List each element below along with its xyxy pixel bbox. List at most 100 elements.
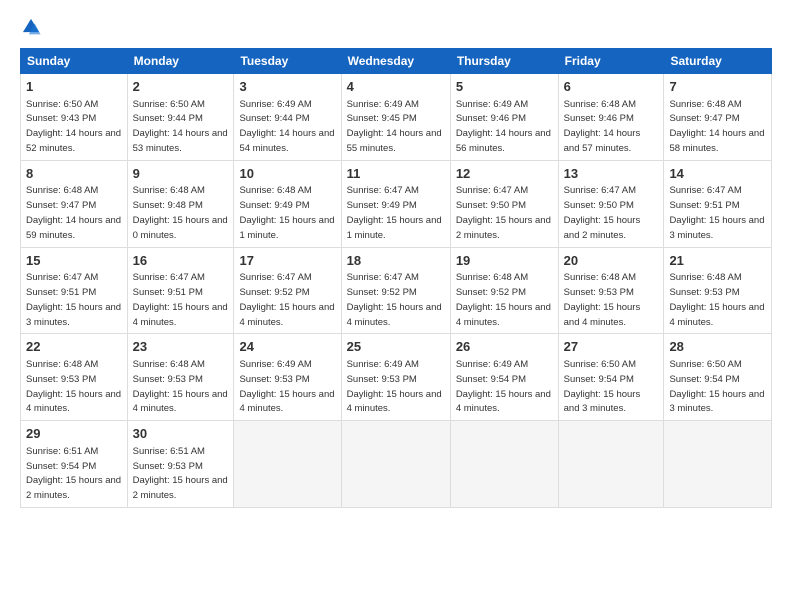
calendar-cell [234,421,341,508]
calendar-cell: 28 Sunrise: 6:50 AMSunset: 9:54 PMDaylig… [664,334,772,421]
header [20,16,772,38]
header-saturday: Saturday [664,49,772,74]
day-detail: Sunrise: 6:47 AMSunset: 9:50 PMDaylight:… [456,185,551,240]
day-number: 21 [669,252,766,270]
day-detail: Sunrise: 6:47 AMSunset: 9:51 PMDaylight:… [26,272,121,327]
day-detail: Sunrise: 6:49 AMSunset: 9:45 PMDaylight:… [347,99,442,154]
calendar-cell: 14 Sunrise: 6:47 AMSunset: 9:51 PMDaylig… [664,160,772,247]
day-number: 29 [26,425,122,443]
calendar-cell [450,421,558,508]
day-detail: Sunrise: 6:48 AMSunset: 9:53 PMDaylight:… [133,359,228,414]
day-number: 15 [26,252,122,270]
day-detail: Sunrise: 6:50 AMSunset: 9:54 PMDaylight:… [564,359,641,414]
day-detail: Sunrise: 6:51 AMSunset: 9:53 PMDaylight:… [133,446,228,501]
day-detail: Sunrise: 6:50 AMSunset: 9:44 PMDaylight:… [133,99,228,154]
day-number: 7 [669,78,766,96]
header-monday: Monday [127,49,234,74]
calendar-cell: 5 Sunrise: 6:49 AMSunset: 9:46 PMDayligh… [450,74,558,161]
day-detail: Sunrise: 6:47 AMSunset: 9:51 PMDaylight:… [669,185,764,240]
day-detail: Sunrise: 6:47 AMSunset: 9:49 PMDaylight:… [347,185,442,240]
calendar-cell: 12 Sunrise: 6:47 AMSunset: 9:50 PMDaylig… [450,160,558,247]
day-number: 20 [564,252,659,270]
header-sunday: Sunday [21,49,128,74]
day-number: 2 [133,78,229,96]
day-detail: Sunrise: 6:48 AMSunset: 9:47 PMDaylight:… [26,185,121,240]
day-number: 17 [239,252,335,270]
calendar-cell: 24 Sunrise: 6:49 AMSunset: 9:53 PMDaylig… [234,334,341,421]
day-number: 26 [456,338,553,356]
day-number: 19 [456,252,553,270]
day-number: 25 [347,338,445,356]
day-number: 3 [239,78,335,96]
header-thursday: Thursday [450,49,558,74]
day-number: 22 [26,338,122,356]
day-number: 14 [669,165,766,183]
day-number: 30 [133,425,229,443]
day-detail: Sunrise: 6:51 AMSunset: 9:54 PMDaylight:… [26,446,121,501]
day-detail: Sunrise: 6:48 AMSunset: 9:46 PMDaylight:… [564,99,641,154]
day-detail: Sunrise: 6:49 AMSunset: 9:53 PMDaylight:… [239,359,334,414]
calendar-cell [341,421,450,508]
calendar-cell: 22 Sunrise: 6:48 AMSunset: 9:53 PMDaylig… [21,334,128,421]
day-number: 24 [239,338,335,356]
day-detail: Sunrise: 6:48 AMSunset: 9:48 PMDaylight:… [133,185,228,240]
day-detail: Sunrise: 6:49 AMSunset: 9:44 PMDaylight:… [239,99,334,154]
calendar-cell: 6 Sunrise: 6:48 AMSunset: 9:46 PMDayligh… [558,74,664,161]
logo-icon [20,16,42,38]
day-number: 18 [347,252,445,270]
calendar-cell [664,421,772,508]
calendar-week-row: 8 Sunrise: 6:48 AMSunset: 9:47 PMDayligh… [21,160,772,247]
day-detail: Sunrise: 6:47 AMSunset: 9:52 PMDaylight:… [239,272,334,327]
calendar-cell: 19 Sunrise: 6:48 AMSunset: 9:52 PMDaylig… [450,247,558,334]
day-detail: Sunrise: 6:48 AMSunset: 9:47 PMDaylight:… [669,99,764,154]
calendar-cell: 2 Sunrise: 6:50 AMSunset: 9:44 PMDayligh… [127,74,234,161]
day-number: 10 [239,165,335,183]
calendar-cell: 21 Sunrise: 6:48 AMSunset: 9:53 PMDaylig… [664,247,772,334]
calendar-cell: 30 Sunrise: 6:51 AMSunset: 9:53 PMDaylig… [127,421,234,508]
calendar-cell: 4 Sunrise: 6:49 AMSunset: 9:45 PMDayligh… [341,74,450,161]
day-detail: Sunrise: 6:47 AMSunset: 9:50 PMDaylight:… [564,185,641,240]
calendar-cell: 27 Sunrise: 6:50 AMSunset: 9:54 PMDaylig… [558,334,664,421]
calendar-cell: 13 Sunrise: 6:47 AMSunset: 9:50 PMDaylig… [558,160,664,247]
calendar-cell: 26 Sunrise: 6:49 AMSunset: 9:54 PMDaylig… [450,334,558,421]
day-number: 5 [456,78,553,96]
day-number: 27 [564,338,659,356]
day-detail: Sunrise: 6:48 AMSunset: 9:49 PMDaylight:… [239,185,334,240]
calendar-week-row: 22 Sunrise: 6:48 AMSunset: 9:53 PMDaylig… [21,334,772,421]
day-detail: Sunrise: 6:50 AMSunset: 9:54 PMDaylight:… [669,359,764,414]
page: SundayMondayTuesdayWednesdayThursdayFrid… [0,0,792,612]
day-number: 12 [456,165,553,183]
header-tuesday: Tuesday [234,49,341,74]
day-detail: Sunrise: 6:49 AMSunset: 9:54 PMDaylight:… [456,359,551,414]
calendar-table: SundayMondayTuesdayWednesdayThursdayFrid… [20,48,772,508]
day-detail: Sunrise: 6:49 AMSunset: 9:46 PMDaylight:… [456,99,551,154]
calendar-header-row: SundayMondayTuesdayWednesdayThursdayFrid… [21,49,772,74]
header-wednesday: Wednesday [341,49,450,74]
day-detail: Sunrise: 6:47 AMSunset: 9:52 PMDaylight:… [347,272,442,327]
calendar-cell: 17 Sunrise: 6:47 AMSunset: 9:52 PMDaylig… [234,247,341,334]
calendar-cell: 20 Sunrise: 6:48 AMSunset: 9:53 PMDaylig… [558,247,664,334]
calendar-cell [558,421,664,508]
calendar-cell: 15 Sunrise: 6:47 AMSunset: 9:51 PMDaylig… [21,247,128,334]
calendar-week-row: 1 Sunrise: 6:50 AMSunset: 9:43 PMDayligh… [21,74,772,161]
calendar-cell: 10 Sunrise: 6:48 AMSunset: 9:49 PMDaylig… [234,160,341,247]
calendar-cell: 25 Sunrise: 6:49 AMSunset: 9:53 PMDaylig… [341,334,450,421]
calendar-cell: 9 Sunrise: 6:48 AMSunset: 9:48 PMDayligh… [127,160,234,247]
day-detail: Sunrise: 6:48 AMSunset: 9:53 PMDaylight:… [669,272,764,327]
day-number: 16 [133,252,229,270]
day-number: 8 [26,165,122,183]
day-number: 13 [564,165,659,183]
day-number: 9 [133,165,229,183]
day-detail: Sunrise: 6:48 AMSunset: 9:53 PMDaylight:… [26,359,121,414]
calendar-week-row: 29 Sunrise: 6:51 AMSunset: 9:54 PMDaylig… [21,421,772,508]
calendar-cell: 29 Sunrise: 6:51 AMSunset: 9:54 PMDaylig… [21,421,128,508]
day-number: 4 [347,78,445,96]
day-number: 6 [564,78,659,96]
day-number: 28 [669,338,766,356]
calendar-cell: 1 Sunrise: 6:50 AMSunset: 9:43 PMDayligh… [21,74,128,161]
day-detail: Sunrise: 6:47 AMSunset: 9:51 PMDaylight:… [133,272,228,327]
calendar-cell: 7 Sunrise: 6:48 AMSunset: 9:47 PMDayligh… [664,74,772,161]
day-detail: Sunrise: 6:50 AMSunset: 9:43 PMDaylight:… [26,99,121,154]
day-detail: Sunrise: 6:49 AMSunset: 9:53 PMDaylight:… [347,359,442,414]
header-friday: Friday [558,49,664,74]
